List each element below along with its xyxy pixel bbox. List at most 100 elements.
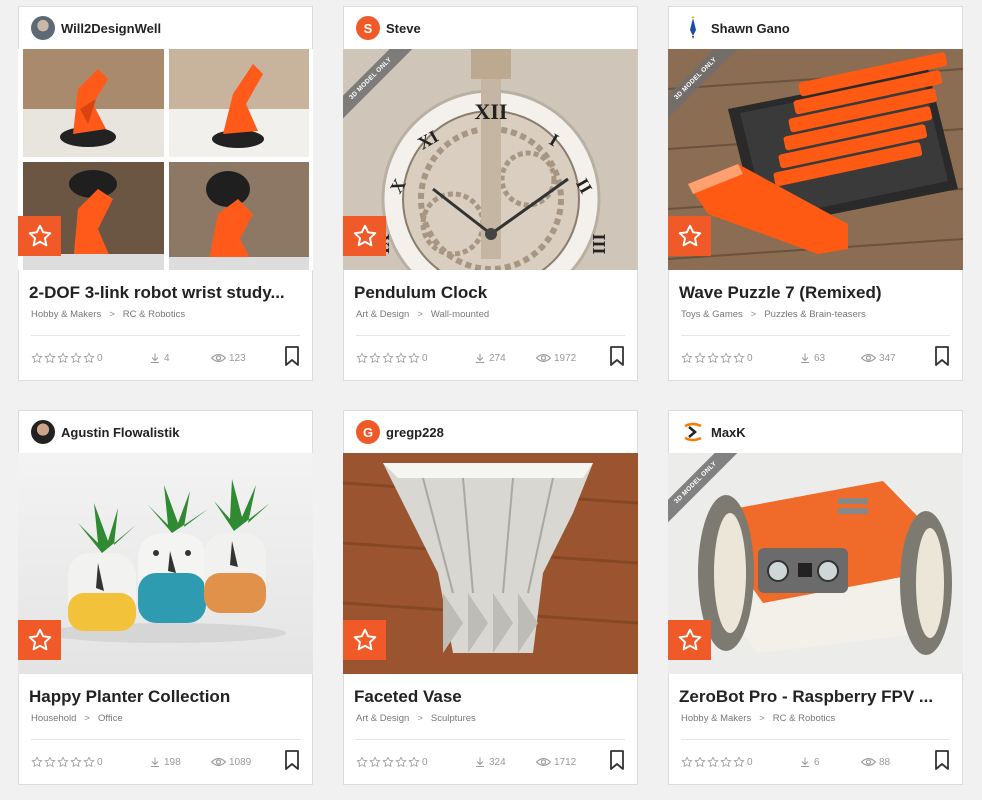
model-title[interactable]: 2-DOF 3-link robot wrist study... [29, 282, 302, 304]
subcategory-link[interactable]: Sculptures [431, 713, 476, 724]
avatar[interactable]: G [356, 420, 380, 444]
star-icon [353, 224, 376, 247]
star-outline-icon [382, 756, 394, 768]
ribbon-label: 3D MODEL ONLY [668, 49, 745, 128]
ribbon: 3D MODEL ONLY [668, 453, 748, 533]
bookmark-icon[interactable] [934, 750, 950, 770]
subcategory-link[interactable]: Puzzles & Brain-teasers [764, 309, 865, 320]
author-name[interactable]: Shawn Gano [711, 21, 790, 36]
rating-stars[interactable]: 0 [31, 756, 103, 768]
avatar[interactable]: S [356, 16, 380, 40]
star-outline-icon [356, 352, 368, 364]
category-link[interactable]: Household [31, 713, 76, 724]
star-outline-icon [31, 352, 43, 364]
model-title[interactable]: Happy Planter Collection [29, 686, 302, 708]
favorite-button[interactable] [343, 216, 386, 256]
ribbon: 3D MODEL ONLY [343, 49, 423, 129]
model-card[interactable]: Will2DesignWell 2-DOF 3-link robot wrist… [18, 6, 313, 381]
author-name[interactable]: Will2DesignWell [61, 21, 161, 36]
card-footer: 0 198 1089 [31, 750, 300, 772]
avatar[interactable] [681, 420, 705, 444]
svg-text:XII: XII [474, 99, 507, 124]
view-count: 347 [861, 352, 896, 364]
star-outline-icon [83, 352, 95, 364]
category-link[interactable]: Toys & Games [681, 309, 743, 320]
favorite-button[interactable] [668, 216, 711, 256]
model-thumbnail[interactable]: 3D MODEL ONLY [668, 453, 963, 674]
subcategory-link[interactable]: Wall-mounted [431, 309, 489, 320]
rating-stars[interactable]: 0 [681, 756, 753, 768]
model-thumbnail[interactable]: 3D MODEL ONLY [668, 49, 963, 270]
download-count-value: 198 [164, 756, 181, 768]
card-header: S Steve [344, 7, 637, 49]
card-header: Shawn Gano [669, 7, 962, 49]
view-count-value: 1712 [554, 756, 577, 768]
star-outline-icon [356, 756, 368, 768]
subcategory-link[interactable]: RC & Robotics [123, 309, 185, 320]
star-icon [28, 224, 51, 247]
category-link[interactable]: Hobby & Makers [31, 309, 101, 320]
ribbon-label: 3D MODEL ONLY [343, 49, 420, 128]
star-outline-icon [681, 352, 693, 364]
eye-icon [211, 353, 226, 363]
favorite-button[interactable] [343, 620, 386, 660]
author-name[interactable]: MaxK [711, 425, 746, 440]
view-count: 1089 [211, 756, 251, 768]
rating-stars[interactable]: 0 [681, 352, 753, 364]
download-count: 4 [149, 352, 170, 364]
favorite-button[interactable] [18, 620, 61, 660]
category-link[interactable]: Art & Design [356, 713, 409, 724]
rating-stars[interactable]: 0 [356, 756, 428, 768]
bookmark-icon[interactable] [284, 750, 300, 770]
model-thumbnail[interactable] [18, 49, 313, 270]
category-link[interactable]: Art & Design [356, 309, 409, 320]
star-outline-icon [369, 352, 381, 364]
category-link[interactable]: Hobby & Makers [681, 713, 751, 724]
model-title[interactable]: Faceted Vase [354, 686, 627, 708]
model-card[interactable]: G gregp228 Faceted Vase Art & Design > S… [343, 410, 638, 785]
view-count: 88 [861, 756, 890, 768]
avatar[interactable] [681, 16, 705, 40]
star-outline-icon [395, 756, 407, 768]
author-name[interactable]: Steve [386, 21, 421, 36]
rating-count: 0 [422, 352, 428, 364]
model-thumbnail[interactable] [18, 453, 313, 674]
star-outline-icon [369, 756, 381, 768]
breadcrumb: Hobby & Makers > RC & Robotics [681, 713, 950, 724]
avatar[interactable] [31, 420, 55, 444]
model-title[interactable]: Wave Puzzle 7 (Remixed) [679, 282, 952, 304]
download-count-value: 63 [814, 352, 826, 364]
bookmark-icon[interactable] [934, 346, 950, 366]
eye-icon [861, 353, 876, 363]
model-thumbnail[interactable]: XII XI X I II III IX 3D MODEL ONLY [343, 49, 638, 270]
author-name[interactable]: gregp228 [386, 425, 444, 440]
star-icon [28, 628, 51, 651]
favorite-button[interactable] [668, 620, 711, 660]
model-card[interactable]: MaxK 3D MODEL ONLY ZeroBot Pro - Raspber… [668, 410, 963, 785]
rating-stars[interactable]: 0 [31, 352, 103, 364]
star-outline-icon [395, 352, 407, 364]
model-card[interactable]: Shawn Gano 3D MODEL ONLY Wave Puzzle 7 (… [668, 6, 963, 381]
rating-stars[interactable]: 0 [356, 352, 428, 364]
author-name[interactable]: Agustin Flowalistik [61, 425, 179, 440]
download-count-value: 6 [814, 756, 820, 768]
card-header: G gregp228 [344, 411, 637, 453]
model-card[interactable]: S Steve XII XI X I II III IX [343, 6, 638, 381]
bookmark-icon[interactable] [609, 750, 625, 770]
model-thumbnail[interactable] [343, 453, 638, 674]
avatar[interactable] [31, 16, 55, 40]
eye-icon [211, 757, 226, 767]
model-title[interactable]: ZeroBot Pro - Raspberry FPV ... [679, 686, 952, 708]
view-count-value: 123 [229, 352, 246, 364]
bookmark-icon[interactable] [284, 346, 300, 366]
bookmark-icon[interactable] [609, 346, 625, 366]
favorite-button[interactable] [18, 216, 61, 256]
view-count-value: 1972 [554, 352, 577, 364]
subcategory-link[interactable]: RC & Robotics [773, 713, 835, 724]
download-count-value: 274 [489, 352, 506, 364]
breadcrumb: Art & Design > Wall-mounted [356, 309, 625, 320]
subcategory-link[interactable]: Office [98, 713, 123, 724]
eye-icon [861, 757, 876, 767]
model-title[interactable]: Pendulum Clock [354, 282, 627, 304]
model-card[interactable]: Agustin Flowalistik Happy Planter Collec… [18, 410, 313, 785]
